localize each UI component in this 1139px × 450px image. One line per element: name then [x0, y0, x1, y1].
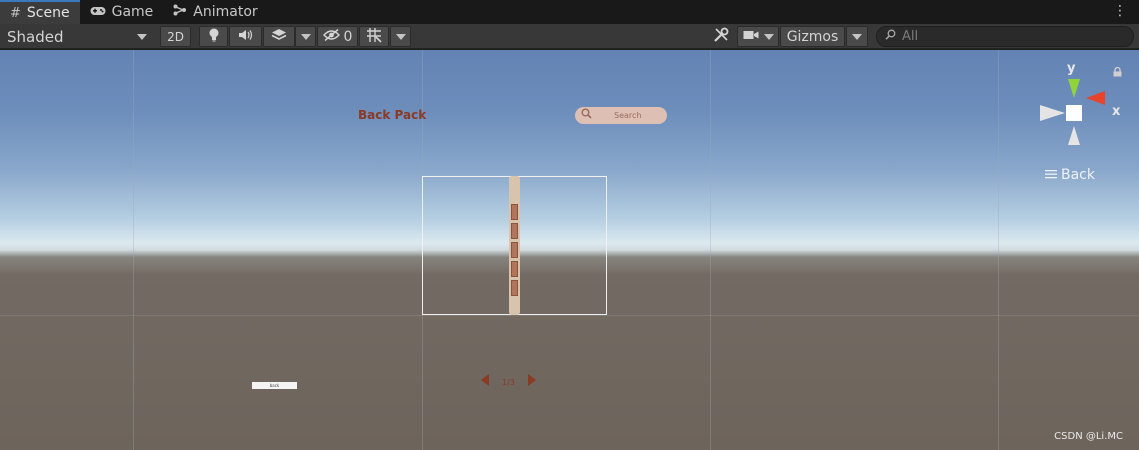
tab-game[interactable]: Game [80, 0, 164, 24]
hierarchy-search[interactable] [876, 26, 1134, 47]
search-icon [581, 108, 592, 123]
shading-mode-label: Shaded [7, 27, 64, 46]
hamburger-icon [1045, 167, 1057, 183]
x-axis-cone[interactable] [1086, 91, 1105, 105]
grid-snap-icon [366, 27, 382, 47]
page-navigator: 1/3 [480, 373, 537, 391]
chevron-down-icon [852, 33, 862, 40]
scene-toolbar: Shaded 2D 0 Gizmos All [0, 24, 1139, 49]
effects-toggle-button[interactable] [263, 26, 295, 47]
grid-line [998, 50, 999, 450]
layers-icon [271, 28, 287, 46]
camera-icon [743, 29, 759, 45]
hidden-objects-toggle[interactable]: 0 [317, 26, 358, 47]
tab-bar: # Scene Game Animator ⋮ [0, 0, 1139, 24]
tab-animator-label: Animator [193, 4, 258, 20]
more-options-icon[interactable]: ⋮ [1113, 3, 1127, 19]
shading-mode-dropdown[interactable]: Shaded [2, 26, 152, 47]
lock-icon[interactable] [1113, 66, 1122, 80]
axis-x-label: x [1112, 104, 1121, 119]
grid-toggle-button[interactable] [359, 26, 389, 47]
orientation-gizmo[interactable]: y x [1035, 60, 1125, 150]
scene-search-label: Search [614, 111, 642, 120]
wrench-icon [713, 27, 729, 47]
page-indicator: 1/3 [502, 377, 515, 387]
gizmo-center-cube[interactable] [1066, 105, 1082, 121]
tab-animator[interactable]: Animator [163, 0, 267, 24]
grid-line [0, 315, 1139, 316]
search-input[interactable] [902, 29, 1122, 44]
neg-x-axis-cone[interactable] [1040, 105, 1065, 121]
back-button[interactable]: back [252, 382, 297, 389]
item-slot[interactable] [511, 242, 518, 258]
lighting-toggle-button[interactable] [199, 26, 228, 47]
tools-button[interactable] [706, 26, 736, 47]
watermark-text: CSDN @Li.MC [1054, 431, 1123, 442]
back-button-label: back [269, 383, 280, 388]
y-axis-cone[interactable] [1068, 79, 1080, 98]
chevron-down-icon [300, 33, 311, 40]
effects-dropdown-button[interactable] [295, 26, 316, 47]
chevron-down-icon [137, 33, 147, 40]
lightbulb-icon [208, 28, 220, 46]
gizmos-label: Gizmos [786, 28, 839, 45]
grid-line [710, 50, 711, 450]
scene-search-field[interactable]: Search [575, 107, 667, 124]
chevron-down-icon [395, 33, 406, 40]
chevron-down-icon [763, 33, 774, 40]
tab-scene[interactable]: # Scene [0, 0, 80, 24]
gizmos-dropdown-button[interactable] [846, 26, 868, 47]
axis-y-label: y [1067, 61, 1076, 76]
tab-scene-label: Scene [26, 5, 70, 21]
gamepad-icon [90, 5, 106, 20]
item-slot[interactable] [511, 204, 518, 220]
arrow-left-icon[interactable] [480, 373, 490, 391]
audio-toggle-button[interactable] [229, 26, 262, 47]
view-orientation-text: Back [1061, 167, 1095, 183]
eye-slash-icon [322, 28, 340, 45]
2d-toggle-button[interactable]: 2D [160, 26, 191, 47]
hidden-count: 0 [343, 28, 353, 45]
2d-toggle-label: 2D [167, 29, 184, 44]
grid-line [133, 50, 134, 450]
arrow-right-icon[interactable] [527, 373, 537, 391]
camera-settings-button[interactable] [737, 26, 779, 47]
item-slot[interactable] [511, 280, 518, 296]
view-orientation-label[interactable]: Back [1045, 167, 1095, 183]
speaker-icon [238, 29, 254, 45]
neg-y-axis-cone[interactable] [1068, 126, 1080, 145]
grid-dropdown-button[interactable] [390, 26, 411, 47]
scene-viewport[interactable]: Back Pack Search back 1/3 y x Back CSDN … [0, 50, 1139, 450]
grid-icon: # [10, 5, 21, 21]
gizmos-button[interactable]: Gizmos [780, 26, 845, 47]
animator-icon [173, 4, 187, 20]
search-icon [885, 29, 896, 44]
item-slot[interactable] [511, 261, 518, 277]
tab-game-label: Game [111, 4, 154, 20]
item-slot[interactable] [511, 223, 518, 239]
backpack-title[interactable]: Back Pack [358, 108, 426, 122]
